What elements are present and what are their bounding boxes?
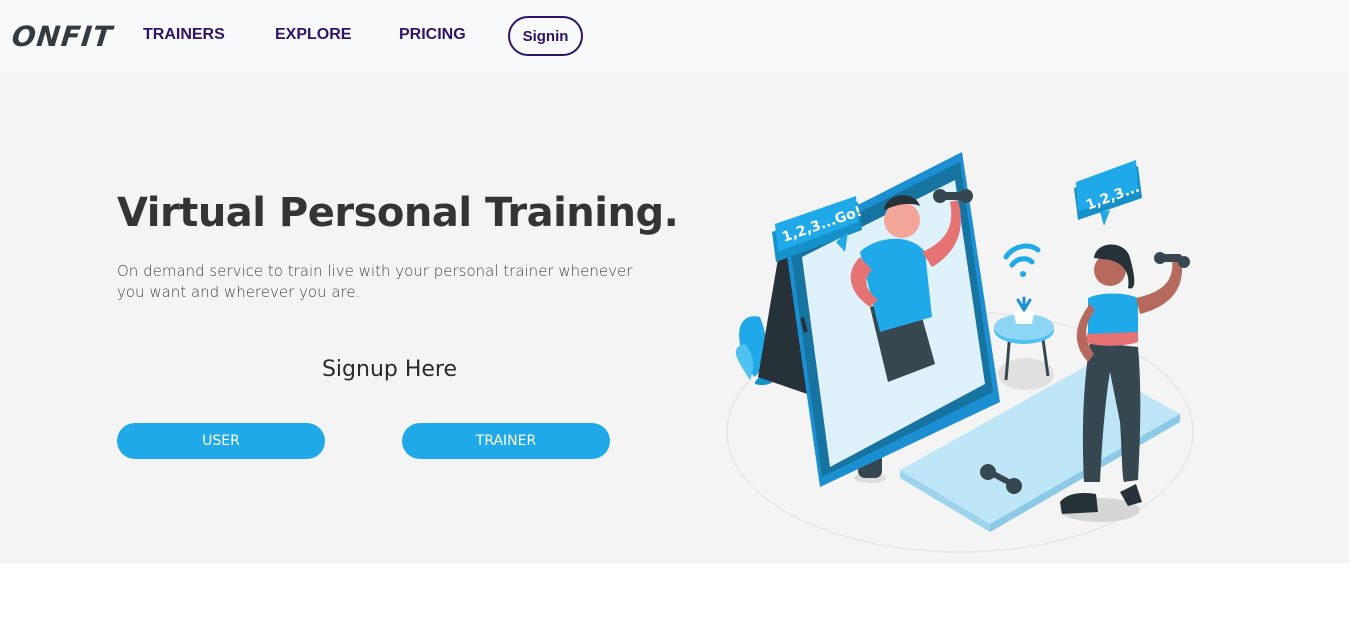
hero-illustration: 1,2,3...Go! 1,2,3... xyxy=(726,152,1194,553)
user-signup-button[interactable]: USER xyxy=(117,423,325,459)
wifi-icon xyxy=(1003,243,1041,277)
speech-bubble-right: 1,2,3... xyxy=(1074,160,1142,226)
nav-link-trainers[interactable]: TRAINERS xyxy=(143,26,225,44)
side-table xyxy=(994,296,1054,390)
navbar: ONFIT TRAINERS EXPLORE PRICING Signin xyxy=(0,0,1349,72)
page-footer-space xyxy=(0,563,1349,643)
nav-link-explore[interactable]: EXPLORE xyxy=(275,26,351,44)
trainer-signup-button[interactable]: TRAINER xyxy=(402,423,610,459)
logo[interactable]: ONFIT xyxy=(10,20,114,53)
hero-title: Virtual Personal Training. xyxy=(117,190,679,236)
nav-link-pricing[interactable]: PRICING xyxy=(399,26,466,44)
signin-button[interactable]: Signin xyxy=(508,16,583,56)
hero-section: Virtual Personal Training. On demand ser… xyxy=(0,72,1349,563)
hero-description: On demand service to train live with you… xyxy=(117,262,633,301)
signup-heading: Signup Here xyxy=(321,357,458,382)
